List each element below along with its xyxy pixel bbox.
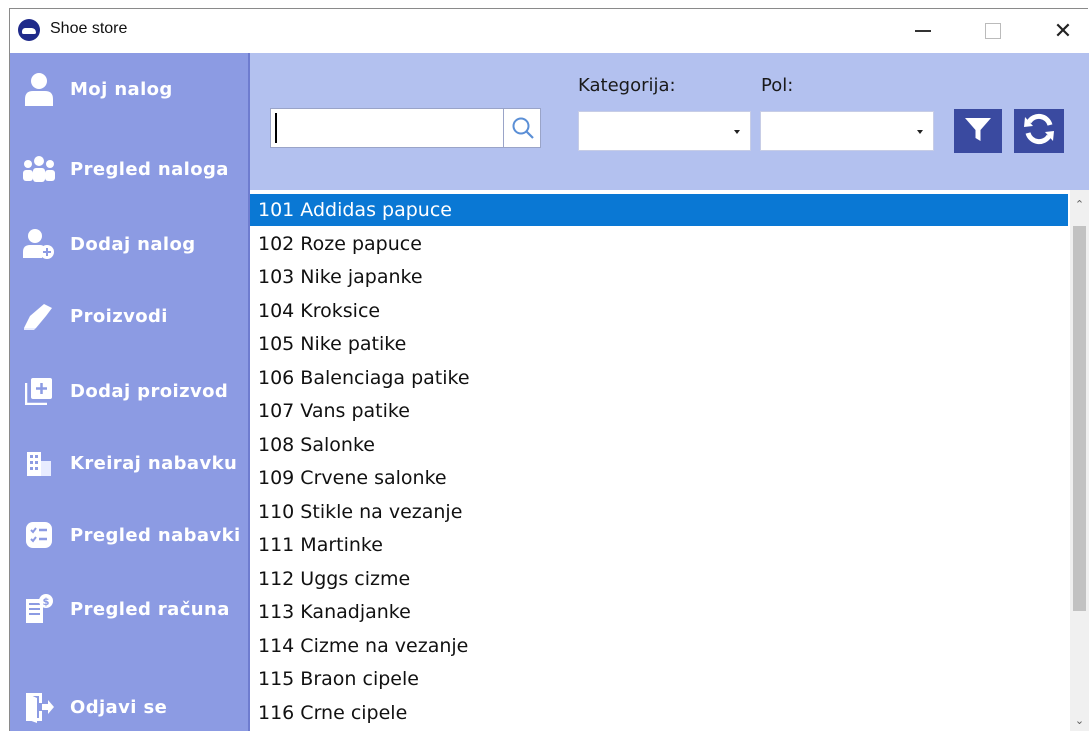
sidebar-item-pregled-naloga[interactable]: Pregled naloga (10, 141, 248, 197)
sidebar-item-label: Proizvodi (70, 305, 168, 327)
sidebar-item-label: Pregled naloga (70, 158, 229, 180)
scroll-down-icon[interactable]: ⌄ (1070, 710, 1089, 730)
list-item[interactable]: 108 Salonke (250, 429, 1068, 461)
search-box (270, 108, 541, 148)
list-item[interactable]: 102 Roze papuce (250, 228, 1068, 260)
sidebar-item-dodaj-proizvod[interactable]: Dodaj proizvod (10, 363, 248, 419)
app-window: Shoe store ✕ Moj nalog Pregled naloga Do… (9, 8, 1089, 731)
add-box-icon (22, 374, 56, 408)
users-group-icon (22, 152, 56, 186)
product-list[interactable]: 101 Addidas papuce 102 Roze papuce 103 Nik… (250, 190, 1089, 731)
list-item[interactable]: 110 Stikle na vezanje (250, 496, 1068, 528)
filter-icon (963, 114, 993, 148)
list-item[interactable]: 115 Braon cipele (250, 663, 1068, 695)
maximize-button[interactable] (970, 9, 1016, 53)
search-separator (503, 109, 504, 147)
list-item[interactable]: 114 Cizme na vezanje (250, 630, 1068, 662)
sidebar-item-dodaj-nalog[interactable]: Dodaj nalog (10, 216, 248, 272)
svg-text:$: $ (43, 597, 50, 608)
list-item[interactable]: 112 Uggs cizme (250, 563, 1068, 595)
list-scrollbar[interactable]: ⌃ ⌄ (1070, 190, 1089, 731)
sidebar-item-label: Dodaj nalog (70, 233, 196, 255)
building-icon (22, 446, 56, 480)
sidebar-item-label: Pregled računa (70, 598, 230, 620)
sidebar-item-label: Dodaj proizvod (70, 380, 229, 402)
list-item[interactable]: 107 Vans patike (250, 395, 1068, 427)
sidebar-item-pregled-nabavki[interactable]: Pregled nabavki (10, 507, 248, 563)
sidebar-item-label: Moj nalog (70, 78, 173, 100)
list-item[interactable]: 116 Crne cipele (250, 697, 1068, 729)
list-item[interactable]: 105 Nike patike (250, 328, 1068, 360)
user-icon (22, 72, 56, 106)
sidebar-item-odjavi-se[interactable]: Odjavi se (10, 679, 248, 731)
sidebar-item-label: Pregled nabavki (70, 524, 241, 546)
list-item[interactable]: 109 Crvene salonke (250, 462, 1068, 494)
shoe-logo-icon (18, 19, 40, 41)
sidebar-item-label: Kreiraj nabavku (70, 452, 238, 474)
receipt-icon: $ (22, 592, 56, 626)
list-item[interactable]: 111 Martinke (250, 529, 1068, 561)
shoe-icon (22, 299, 56, 333)
chevron-down-icon (917, 130, 923, 134)
checklist-icon (22, 518, 56, 552)
minimize-button[interactable] (900, 9, 946, 53)
kategorija-label: Kategorija: (578, 75, 676, 96)
sidebar-item-kreiraj-nabavku[interactable]: Kreiraj nabavku (10, 435, 248, 491)
window-title: Shoe store (50, 20, 128, 37)
chevron-down-icon (734, 130, 740, 134)
logout-icon (22, 690, 56, 724)
list-item[interactable]: 103 Nike japanke (250, 261, 1068, 293)
sidebar-item-moj-nalog[interactable]: Moj nalog (10, 61, 248, 117)
scroll-thumb[interactable] (1073, 226, 1086, 611)
sidebar: Moj nalog Pregled naloga Dodaj nalog Pro… (10, 53, 248, 731)
close-button[interactable]: ✕ (1040, 9, 1086, 53)
filter-button[interactable] (954, 109, 1002, 153)
sidebar-item-pregled-racuna[interactable]: $ Pregled računa (10, 581, 248, 637)
search-input[interactable] (275, 113, 501, 143)
kategorija-dropdown[interactable] (578, 111, 751, 151)
title-bar[interactable]: Shoe store ✕ (10, 9, 1089, 53)
refresh-button[interactable] (1014, 109, 1064, 153)
scroll-up-icon[interactable]: ⌃ (1070, 194, 1089, 214)
search-icon[interactable] (507, 112, 539, 144)
list-item[interactable]: 101 Addidas papuce (250, 194, 1068, 226)
filter-bar: Kategorija: Pol: (250, 53, 1089, 190)
pol-dropdown[interactable] (760, 111, 934, 151)
sidebar-item-label: Odjavi se (70, 696, 168, 718)
user-add-icon (22, 227, 56, 261)
pol-label: Pol: (761, 75, 794, 96)
refresh-icon (1021, 111, 1057, 151)
list-item[interactable]: 113 Kanadjanke (250, 596, 1068, 628)
list-item[interactable]: 106 Balenciaga patike (250, 362, 1068, 394)
list-item[interactable]: 104 Kroksice (250, 295, 1068, 327)
sidebar-item-proizvodi[interactable]: Proizvodi (10, 288, 248, 344)
